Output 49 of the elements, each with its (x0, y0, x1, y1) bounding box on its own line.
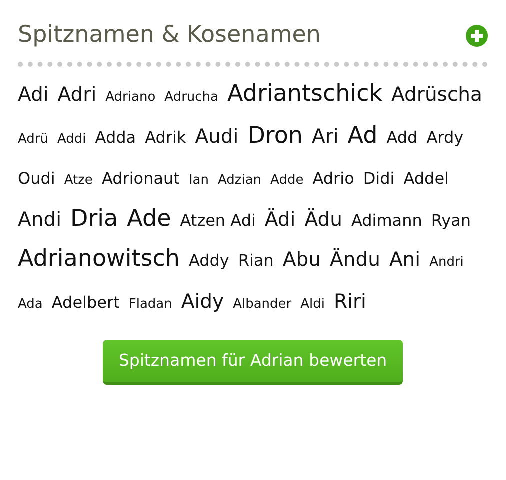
nickname-link[interactable]: Ryan (431, 200, 472, 240)
nickname-link[interactable]: Ändu (330, 240, 380, 279)
nickname-link[interactable]: Adrio (312, 158, 354, 198)
nickname-link[interactable]: Adrüscha (392, 74, 482, 114)
nickname-link[interactable]: Oudi (18, 158, 56, 198)
nickname-link[interactable]: Audi (195, 116, 239, 156)
nickname-link[interactable]: Ari (312, 116, 339, 156)
nickname-link[interactable]: Adda (95, 118, 136, 157)
add-icon[interactable] (466, 24, 488, 47)
nickname-link[interactable]: Adi (18, 74, 49, 114)
nickname-link[interactable]: Andi (18, 200, 62, 239)
nickname-link[interactable]: Ade (127, 200, 172, 239)
nickname-link[interactable]: Adrucha (164, 78, 219, 117)
nickname-link[interactable]: Ädu (304, 200, 342, 239)
nickname-link[interactable]: Didi (363, 158, 395, 198)
nickname-link[interactable]: Adri (58, 74, 97, 114)
nickname-link[interactable]: Adelbert (52, 282, 120, 322)
nickname-link[interactable]: Aidy (181, 282, 224, 321)
nickname-link[interactable]: Adrionaut (102, 158, 180, 198)
nickname-link[interactable]: Ädi (264, 200, 296, 239)
nickname-link[interactable]: Dria (70, 200, 118, 239)
nickname-link[interactable]: Riri (334, 282, 366, 321)
nickname-link[interactable]: Addel (404, 158, 449, 198)
nickname-link[interactable]: Addi (58, 120, 86, 159)
nickname-link[interactable]: Ada (18, 284, 43, 324)
nickname-link[interactable]: Rian (238, 240, 274, 280)
nickname-link[interactable]: Abu (282, 240, 321, 279)
nickname-link[interactable]: Adrik (145, 118, 186, 157)
nickname-link[interactable]: Adrianowitsch (18, 240, 180, 279)
nickname-link[interactable]: Dron (248, 116, 303, 156)
nickname-link[interactable]: Fladan (128, 284, 172, 324)
nickname-link[interactable]: Adde (270, 160, 304, 200)
nickname-link[interactable]: Atze (64, 160, 93, 200)
nickname-link[interactable]: Albander (233, 284, 292, 324)
nickname-link[interactable]: Adriantschick (228, 74, 383, 114)
nickname-link[interactable]: Atzen Adi (180, 200, 256, 240)
nickname-link[interactable]: Ad (348, 116, 378, 156)
nickname-link[interactable]: Adimann (351, 200, 422, 240)
section-title: Spitznamen & Kosenamen (18, 22, 321, 50)
nickname-link[interactable]: Adzian (218, 160, 262, 200)
nickname-link[interactable]: Adriano (106, 78, 156, 117)
nickname-link[interactable]: Ardy (426, 118, 464, 157)
nickname-link[interactable]: Addy (188, 240, 230, 280)
nickname-link[interactable]: Ian (188, 160, 209, 200)
nickname-link[interactable]: Ani (389, 240, 421, 279)
nickname-link[interactable]: Add (386, 118, 418, 157)
nickname-link[interactable]: Aldi (300, 284, 325, 324)
nickname-link[interactable]: Adrü (18, 120, 49, 159)
nickname-link[interactable]: Andri (430, 242, 464, 282)
